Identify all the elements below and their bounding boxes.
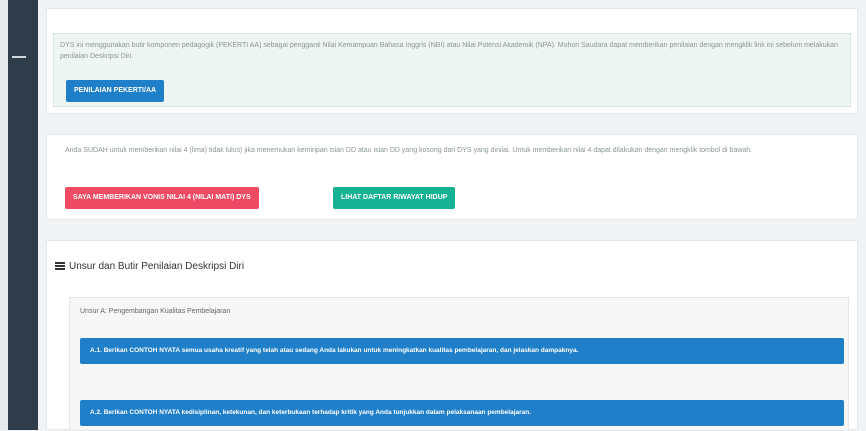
main-content: DYS ini menggunakan butir komponen pedag… <box>38 0 866 431</box>
give-grade-four-button[interactable]: SAYA MEMBERIKAN VONIS NILAI 4 (NILAI MAT… <box>65 187 259 209</box>
resume-card: Anda SUDAH untuk memberikan nilai 4 (lim… <box>46 134 858 220</box>
intro-card: DYS ini menggunakan butir komponen pedag… <box>46 8 858 114</box>
page-edge <box>0 0 8 430</box>
intro-alert: DYS ini menggunakan butir komponen pedag… <box>53 33 851 107</box>
sidebar-toggle-icon[interactable] <box>12 56 26 58</box>
unsur-a-panel: Unsur A: Pengembangan Kualitas Pembelaja… <box>69 297 849 431</box>
section-title-text: Unsur dan Butir Penilaian Deskripsi Diri <box>69 261 245 272</box>
pekerti-assessment-button[interactable]: PENILAIAN PEKERTI/AA <box>66 80 165 102</box>
intro-text: DYS ini menggunakan butir komponen pedag… <box>60 42 838 60</box>
unsur-a-title: Unsur A: Pengembangan Kualitas Pembelaja… <box>80 308 231 315</box>
view-resume-button[interactable]: LIHAT DAFTAR RIWAYAT HIDUP <box>333 187 456 209</box>
list-icon <box>55 262 65 271</box>
assessment-items-card: Unsur dan Butir Penilaian Deskripsi Diri… <box>46 240 858 431</box>
question-a1-bar[interactable]: A.1. Berikan CONTOH NYATA semua usaha kr… <box>80 338 844 364</box>
section-heading: Unsur dan Butir Penilaian Deskripsi Diri <box>55 261 244 272</box>
question-a2-bar[interactable]: A.2. Berikan CONTOH NYATA kedisiplinan, … <box>80 400 844 426</box>
sidebar <box>8 0 38 430</box>
resume-text: Anda SUDAH untuk memberikan nilai 4 (lim… <box>65 147 753 154</box>
